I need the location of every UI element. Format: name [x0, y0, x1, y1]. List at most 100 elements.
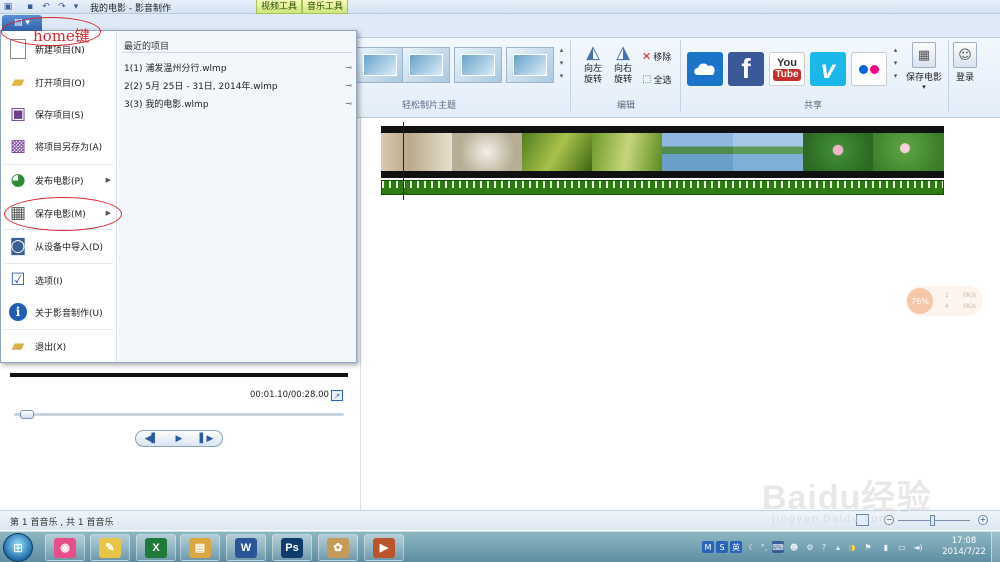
status-text: 第 1 首音乐 , 共 1 首音乐 — [10, 518, 114, 528]
save-movie-ribbon-button[interactable]: ▦ 保存电影 ▾ — [903, 42, 945, 91]
volume-icon[interactable]: ◄) — [912, 541, 924, 553]
clip-frame[interactable] — [733, 126, 803, 178]
window-icon[interactable]: ▣ — [2, 1, 14, 13]
save-as-icon: ▩ — [9, 136, 27, 156]
security-tray-icon[interactable]: ◑ — [846, 541, 858, 553]
start-button[interactable]: ⊞ — [3, 533, 33, 562]
group-separator — [948, 40, 949, 112]
clip-frame[interactable] — [873, 126, 944, 178]
taskbar-app-button[interactable]: ✎ — [90, 534, 130, 561]
rotate-right-icon: ◮ — [616, 42, 630, 63]
taskbar-app-button[interactable]: ✿ — [318, 534, 358, 561]
ime-lang-icon[interactable]: 英 — [730, 541, 742, 553]
settings-tray-icon[interactable]: ⚙ — [804, 541, 816, 553]
arrow-tray-icon[interactable]: ▴ — [832, 541, 844, 553]
theme-thumbnail[interactable] — [506, 47, 554, 83]
watermark-url: jingyan.baidu.com — [772, 512, 891, 525]
menu-item-save-project[interactable]: ▣ 保存项目(S) — [1, 98, 117, 130]
paint-icon: ✿ — [327, 537, 349, 558]
taskbar-app-button[interactable]: X — [136, 534, 176, 561]
zoom-in-icon[interactable]: + — [978, 515, 988, 525]
keyboard-icon[interactable]: ⌨ — [772, 541, 784, 553]
ime-s-icon[interactable]: S — [716, 541, 728, 553]
pane-splitter[interactable] — [360, 118, 361, 510]
previous-frame-icon[interactable]: ◀▌ — [145, 434, 159, 444]
fullscreen-button[interactable]: ↗ — [331, 390, 343, 401]
recent-project-item[interactable]: 1(1) 浦发温州分行.wlmp ⊸ — [124, 60, 354, 74]
taskbar-app-button[interactable]: Ps — [272, 534, 312, 561]
seek-slider-thumb[interactable] — [20, 410, 35, 419]
network-tray-icon[interactable]: ▮ — [880, 541, 892, 553]
save-project-icon: ▣ — [9, 104, 27, 124]
login-button[interactable]: ☺ 登录 — [952, 42, 978, 83]
taskbar: ⊞ ◉ ✎ X ▤ W Ps ✿ ▶ M S 英 ☾ °, ⌨ ☻ ⚙ ? ▴ ◑ ⚑ ▮ ▭… — [0, 531, 1000, 562]
recent-project-item[interactable]: 3(3) 我的电影.wlmp ⊸ — [124, 96, 354, 110]
next-frame-icon[interactable]: ▌▶ — [200, 434, 214, 444]
remove-button[interactable]: ✕ 移除 — [642, 50, 671, 63]
context-tab-video-tools[interactable]: 视频工具 — [256, 0, 303, 14]
qat-dropdown-icon[interactable]: ▾ — [70, 1, 82, 13]
flag-tray-icon[interactable]: ⚑ — [862, 541, 874, 553]
open-project-icon: ▰ — [11, 72, 25, 92]
share-gallery-scroll[interactable]: ▴ ▾ ▾ — [891, 44, 900, 86]
menu-item-about[interactable]: i 关于影音制作(U) — [1, 296, 117, 328]
rotate-right-button[interactable]: ◮ 向右 旋转 — [605, 42, 641, 86]
audio-track[interactable] — [381, 180, 944, 195]
context-tab-music-tools[interactable]: 音乐工具 — [302, 0, 349, 14]
skydrive-icon[interactable] — [687, 52, 723, 86]
storyboard — [381, 122, 944, 200]
vimeo-icon[interactable]: v — [810, 52, 846, 86]
menu-item-exit[interactable]: ▰ 退出(X) — [1, 330, 117, 362]
show-desktop-button[interactable] — [991, 532, 1000, 562]
recent-project-item[interactable]: 2(2) 5月 25日 - 31日, 2014年.wlmp ⊸ — [124, 78, 354, 92]
qat-redo-icon[interactable]: ↷ — [56, 1, 68, 13]
gallery-scroll[interactable]: ▴ ▾ ▾ — [557, 44, 566, 86]
seek-slider-track[interactable] — [14, 413, 344, 416]
help-tray-icon[interactable]: ? — [818, 541, 830, 553]
play-icon[interactable]: ▶ — [176, 434, 183, 444]
qat-save-icon[interactable]: ▪ — [24, 1, 36, 13]
flickr-icon[interactable] — [851, 52, 887, 86]
import-device-icon: ◙ — [9, 236, 27, 256]
group-separator — [570, 40, 571, 112]
network-status-icon[interactable]: ▭ — [896, 541, 908, 553]
taskbar-app-button[interactable]: ▶ — [364, 534, 404, 561]
taskbar-app-button[interactable]: ◉ — [45, 534, 85, 561]
user-tray-icon[interactable]: ☻ — [788, 541, 800, 553]
ime-m-icon[interactable]: M — [702, 541, 714, 553]
clip-frame[interactable] — [381, 126, 452, 178]
title-bar: ▣ ▪ ↶ ↷ ▾ 我的电影 - 影音制作 视频工具 音乐工具 — [0, 0, 1000, 14]
playhead[interactable] — [403, 122, 404, 200]
clip-frame[interactable] — [662, 126, 733, 178]
menu-item-import-device[interactable]: ◙ 从设备中导入(D) — [1, 230, 117, 262]
taskbar-app-button[interactable]: ▤ — [180, 534, 220, 561]
pin-icon[interactable]: ⊸ — [345, 63, 352, 72]
facebook-icon[interactable]: f — [728, 52, 764, 86]
submenu-arrow-icon: ▶ — [105, 176, 111, 184]
moon-icon[interactable]: ☾ — [746, 541, 758, 553]
taskbar-clock[interactable]: 17:08 2014/7/22 — [940, 536, 988, 558]
select-all-button[interactable]: ⬚ 全选 — [642, 73, 671, 86]
pin-icon[interactable]: ⊸ — [345, 81, 352, 90]
excel-icon: X — [145, 537, 167, 558]
punctuation-icon[interactable]: °, — [758, 541, 770, 553]
menu-item-open-project[interactable]: ▰ 打开项目(O) — [1, 66, 117, 98]
theme-thumbnail[interactable] — [454, 47, 502, 83]
taskbar-app-button[interactable]: W — [226, 534, 266, 561]
annotation-home-label: home键 — [33, 27, 90, 45]
theme-thumbnail[interactable] — [402, 47, 450, 83]
menu-item-publish-movie[interactable]: ◕ 发布电影(P) ▶ — [1, 164, 117, 196]
theme-thumbnail[interactable] — [356, 47, 404, 83]
youtube-icon[interactable]: You Tube — [769, 52, 805, 86]
menu-item-options[interactable]: ☑ 选项(I) — [1, 264, 117, 296]
clip-frame[interactable] — [803, 126, 873, 178]
clip-frame[interactable] — [522, 126, 592, 178]
qat-undo-icon[interactable]: ↶ — [40, 1, 52, 13]
clip-frame[interactable] — [452, 126, 522, 178]
clip-frame[interactable] — [592, 126, 662, 178]
menu-item-save-as[interactable]: ▩ 将项目另存为(A) — [1, 130, 117, 162]
system-tray: M S 英 ☾ °, ⌨ ☻ ⚙ ? ▴ ◑ ⚑ ▮ ▭ ◄) — [700, 535, 935, 560]
network-speed-widget[interactable]: 76% 1 0K/s 4 0K/s — [905, 286, 983, 316]
net-percent: 76% — [907, 288, 933, 314]
pin-icon[interactable]: ⊸ — [345, 99, 352, 108]
